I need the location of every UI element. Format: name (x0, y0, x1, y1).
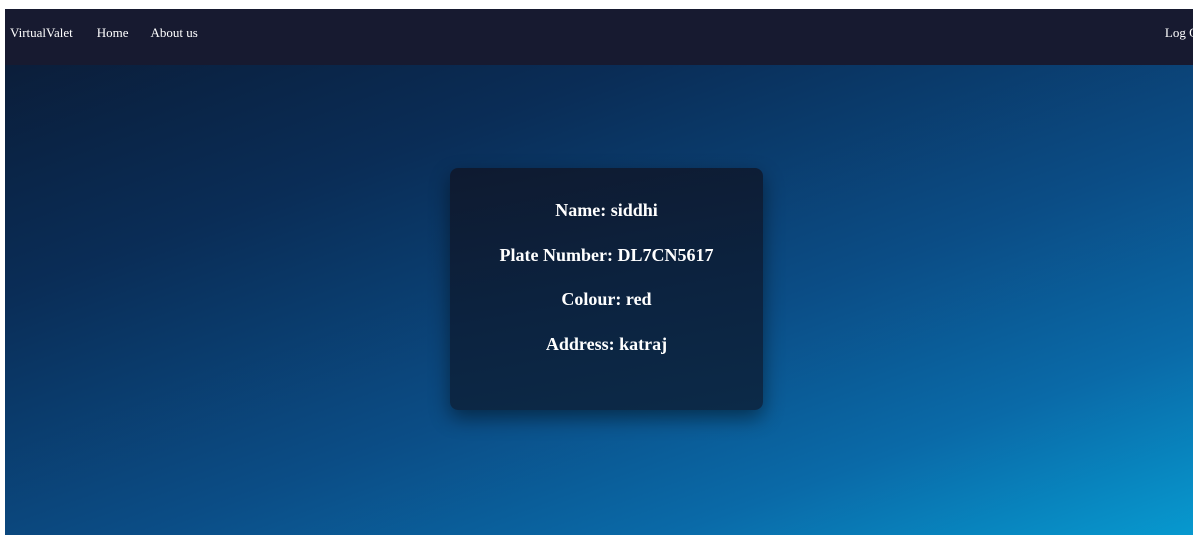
name-field: Name: siddhi (555, 200, 658, 220)
colour-field: Colour: red (561, 289, 652, 309)
nav-home-link[interactable]: Home (97, 25, 129, 41)
nav-links: VirtualValet Home About us (10, 9, 220, 57)
logout-link[interactable]: Log Ou (1165, 25, 1193, 41)
nav-right: Log Ou (1165, 9, 1193, 57)
vehicle-details-card: Name: siddhi Plate Number: DL7CN5617 Col… (450, 168, 763, 410)
nav-about-link[interactable]: About us (151, 25, 198, 41)
address-field: Address: katraj (545, 334, 668, 354)
top-navbar: VirtualValet Home About us Log Ou (5, 9, 1193, 65)
plate-number-field: Plate Number: DL7CN5617 (499, 245, 714, 265)
brand-link[interactable]: VirtualValet (10, 25, 73, 41)
app-viewport: VirtualValet Home About us Log Ou Name: … (5, 9, 1193, 535)
